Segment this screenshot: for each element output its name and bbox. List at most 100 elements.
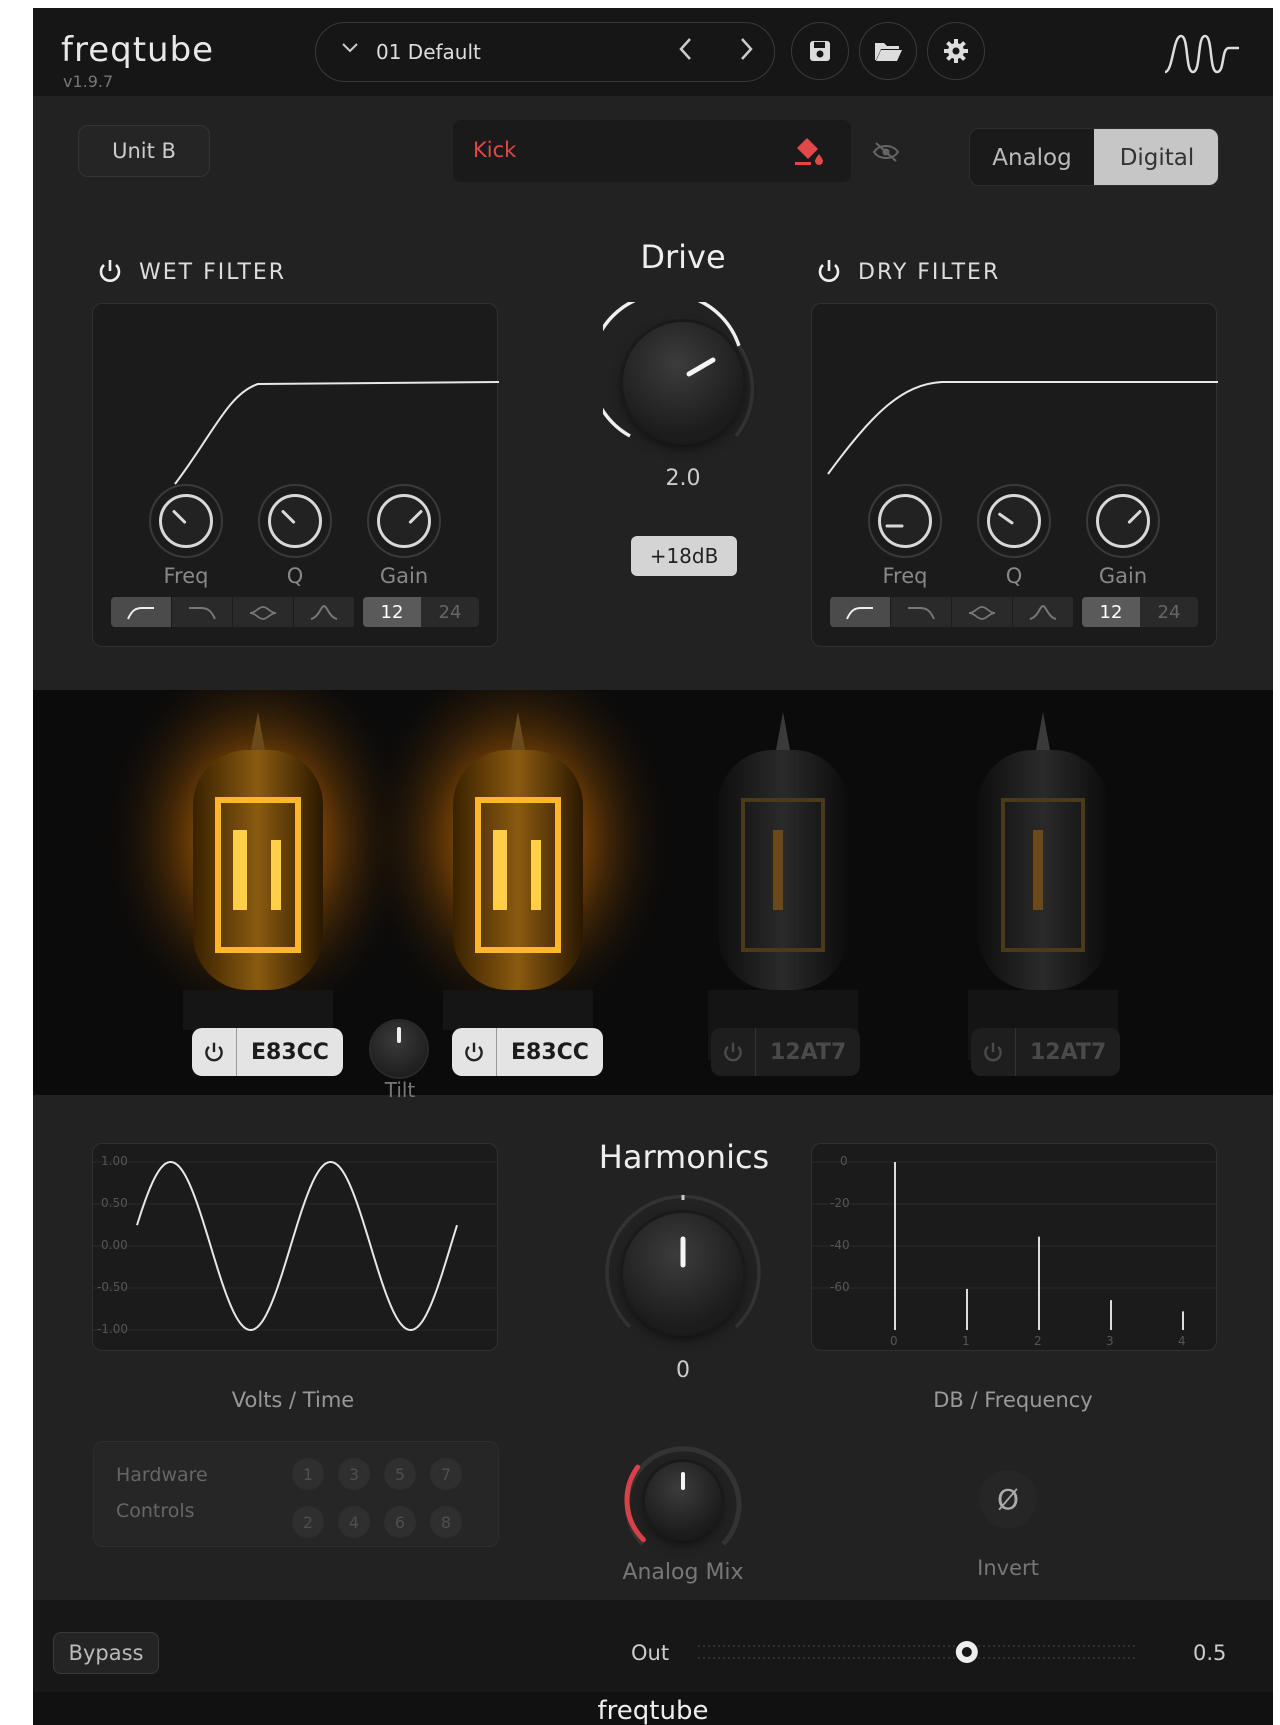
tilt-label: Tilt [384,1078,416,1102]
oscilloscope-display: 1.00 0.50 0.00 -0.50 -1.00 [92,1143,498,1351]
filter-type-selector[interactable] [111,597,355,627]
drive-title: Drive [640,238,726,276]
harmonics-title: Harmonics [598,1138,770,1176]
spectrum-label: DB / Frequency [933,1388,1093,1412]
q-label: Q [1005,564,1023,588]
hardware-slot-6[interactable]: 6 [384,1506,416,1538]
y-tick: -1.00 [97,1322,129,1336]
drive-value: 2.0 [665,466,701,491]
chevron-left-icon[interactable] [676,35,696,69]
drive-knob[interactable] [603,302,763,462]
power-icon[interactable] [97,258,123,288]
filter-curve[interactable] [812,304,1218,504]
gain-knob[interactable] [1086,484,1160,558]
power-icon[interactable] [192,1028,237,1076]
y-tick: -20 [830,1196,850,1210]
hardware-slot-7[interactable]: 7 [430,1458,462,1490]
waveform-logo-icon [1164,34,1239,74]
highpass-icon[interactable] [111,597,172,627]
y-tick: 0.50 [101,1196,128,1210]
slope-12-option[interactable]: 12 [1082,597,1140,627]
settings-button[interactable] [927,22,985,80]
slope-24-option[interactable]: 24 [1140,597,1198,627]
harmonics-knob[interactable] [603,1193,763,1353]
save-button[interactable] [791,22,849,80]
invert-button[interactable]: Ø [979,1470,1037,1528]
footer-title: freqtube [597,1696,709,1725]
open-button[interactable] [859,22,917,80]
bandpass-icon[interactable] [294,597,355,627]
hardware-slot-5[interactable]: 5 [384,1458,416,1490]
track-name-field[interactable]: Kick [453,120,851,182]
y-tick: 0 [840,1154,848,1168]
power-icon[interactable] [711,1028,756,1076]
tilt-knob[interactable] [371,1021,427,1077]
hardware-label: Hardware [116,1464,208,1486]
tube-1-toggle[interactable]: E83CC [192,1028,343,1076]
filter-curve[interactable] [93,304,499,504]
y-tick: -40 [830,1238,850,1252]
q-knob[interactable] [258,484,332,558]
mode-toggle[interactable]: Analog Digital [969,128,1219,186]
analog-mix-knob[interactable] [623,1440,743,1560]
bell-icon[interactable] [233,597,294,627]
slope-selector[interactable]: 12 24 [1082,597,1198,627]
track-name[interactable]: Kick [473,138,516,162]
freq-label: Freq [882,564,928,588]
tube-3-name[interactable]: 12AT7 [756,1040,860,1065]
freq-knob[interactable] [149,484,223,558]
hardware-slot-1[interactable]: 1 [292,1458,324,1490]
power-icon[interactable] [971,1028,1016,1076]
footer: freqtube [33,1692,1273,1725]
mode-analog-option[interactable]: Analog [970,129,1094,185]
lowpass-icon[interactable] [891,597,952,627]
freq-label: Freq [163,564,209,588]
hardware-slot-2[interactable]: 2 [292,1506,324,1538]
bandpass-icon[interactable] [1013,597,1074,627]
boost-button[interactable]: +18dB [631,536,737,576]
freq-knob[interactable] [868,484,942,558]
y-tick: -60 [830,1280,850,1294]
invert-label: Invert [977,1556,1039,1580]
harmonics-value: 0 [676,1358,690,1383]
tube-1-name[interactable]: E83CC [237,1040,343,1065]
paint-bucket-icon[interactable] [791,134,825,172]
hardware-slot-4[interactable]: 4 [338,1506,370,1538]
tube-4-name[interactable]: 12AT7 [1016,1040,1120,1065]
output-value: 0.5 [1193,1641,1227,1665]
mode-digital-option[interactable]: Digital [1094,129,1218,185]
filter-type-selector[interactable] [830,597,1074,627]
analog-mix-label: Analog Mix [622,1560,744,1585]
wet-filter-panel: Freq Q Gain 12 24 [92,303,499,647]
output-slider[interactable] [695,1634,1135,1670]
gain-label: Gain [379,564,429,588]
chevron-down-icon[interactable] [340,37,360,62]
y-tick: 0.00 [101,1238,128,1252]
slope-selector[interactable]: 12 24 [363,597,479,627]
highpass-icon[interactable] [830,597,891,627]
bypass-button[interactable]: Bypass [53,1632,159,1674]
q-knob[interactable] [977,484,1051,558]
slope-12-option[interactable]: 12 [363,597,421,627]
tube-4-toggle[interactable]: 12AT7 [971,1028,1121,1076]
dry-filter-title: DRY FILTER [858,260,1001,285]
slope-24-option[interactable]: 24 [421,597,479,627]
power-icon[interactable] [452,1028,497,1076]
eye-off-icon[interactable] [871,140,901,168]
tube-2-name[interactable]: E83CC [497,1040,603,1065]
preset-selector[interactable]: 01 Default [315,22,775,82]
power-icon[interactable] [816,258,842,288]
preset-name[interactable]: 01 Default [376,40,481,64]
hardware-slot-3[interactable]: 3 [338,1458,370,1490]
tube-2-toggle[interactable]: E83CC [452,1028,603,1076]
hardware-slot-8[interactable]: 8 [430,1506,462,1538]
unit-selector[interactable]: Unit B [78,125,210,177]
q-label: Q [286,564,304,588]
lowpass-icon[interactable] [172,597,233,627]
gain-knob[interactable] [367,484,441,558]
gain-label: Gain [1098,564,1148,588]
tube-3-toggle[interactable]: 12AT7 [711,1028,861,1076]
bell-icon[interactable] [952,597,1013,627]
chevron-right-icon[interactable] [736,35,756,69]
folder-open-icon [875,43,902,61]
